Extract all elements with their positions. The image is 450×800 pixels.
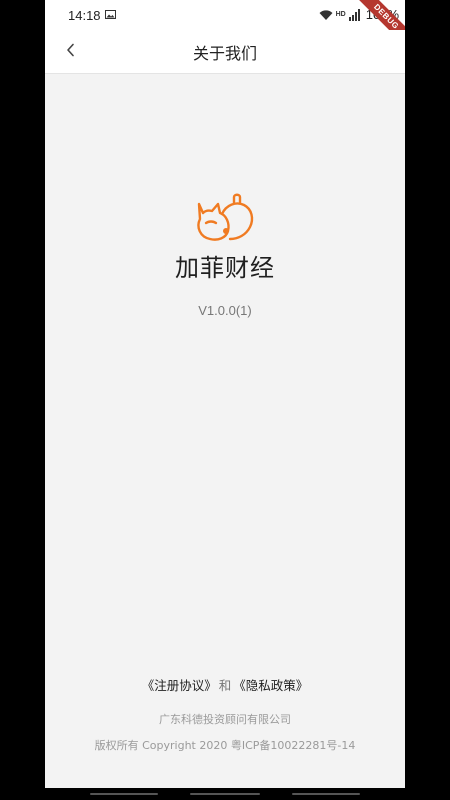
wifi-icon (319, 9, 333, 20)
about-screen: 14:18 HD 100% DEBUG 关于我们 (45, 0, 405, 788)
and-text: 和 (218, 678, 232, 693)
agreements-line: 《注册协议》和《隐私政策》 (45, 675, 405, 694)
signal-icon (348, 8, 360, 21)
nav-home-gesture[interactable] (190, 793, 260, 795)
status-time: 14:18 (68, 8, 101, 23)
app-bar: 关于我们 (45, 30, 405, 74)
page-title: 关于我们 (192, 44, 257, 63)
privacy-policy-link[interactable]: 《隐私政策》 (233, 678, 308, 693)
image-notification-icon (105, 10, 116, 19)
hd-badge: HD (335, 11, 346, 18)
register-agreement-link[interactable]: 《注册协议》 (142, 678, 217, 693)
nav-recent-gesture[interactable] (292, 793, 360, 795)
app-version: V1.0.0(1) (198, 303, 252, 318)
cat-logo-icon (192, 193, 258, 245)
copyright-text: 版权所有 Copyright 2020 粤ICP备10022281号-14 (94, 739, 356, 752)
status-bar: 14:18 HD 100% DEBUG (45, 0, 405, 54)
system-nav-bar (0, 788, 450, 800)
company-name: 广东科德投资顾问有限公司 (159, 713, 291, 726)
nav-back-gesture[interactable] (90, 793, 158, 795)
app-name: 加菲财经 (175, 254, 275, 282)
